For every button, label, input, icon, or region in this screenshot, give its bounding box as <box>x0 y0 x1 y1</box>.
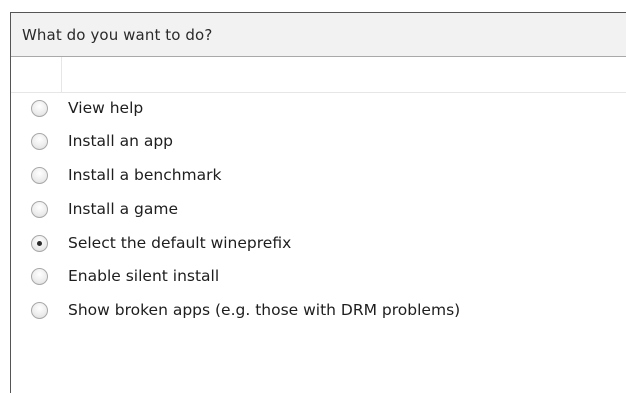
option-install-benchmark[interactable]: Install a benchmark <box>11 160 626 193</box>
radio-dot-icon <box>37 241 42 246</box>
winetricks-dialog: What do you want to do? View help Instal… <box>0 0 626 393</box>
radio-button-icon[interactable] <box>31 235 48 252</box>
radio-button-icon[interactable] <box>31 167 48 184</box>
radio-button-icon[interactable] <box>31 100 48 117</box>
radio-button-icon[interactable] <box>31 201 48 218</box>
option-label: Select the default wineprefix <box>68 234 292 252</box>
dialog-header: What do you want to do? <box>11 13 626 57</box>
radio-button-icon[interactable] <box>31 302 48 319</box>
option-install-game[interactable]: Install a game <box>11 194 626 227</box>
column-divider[interactable] <box>61 57 62 92</box>
option-label: Install an app <box>68 132 174 150</box>
option-label: View help <box>68 99 144 117</box>
option-view-help[interactable]: View help <box>11 93 626 126</box>
option-select-default-wineprefix[interactable]: Select the default wineprefix <box>11 228 626 261</box>
option-label: Enable silent install <box>68 267 220 285</box>
option-show-broken-apps[interactable]: Show broken apps (e.g. those with DRM pr… <box>11 295 626 328</box>
option-label: Show broken apps (e.g. those with DRM pr… <box>68 301 461 319</box>
radio-button-icon[interactable] <box>31 268 48 285</box>
dialog-prompt: What do you want to do? <box>22 26 213 44</box>
radio-button-icon[interactable] <box>31 133 48 150</box>
list-column-header[interactable] <box>11 57 626 93</box>
option-enable-silent-install[interactable]: Enable silent install <box>11 261 626 294</box>
option-label: Install a game <box>68 200 178 218</box>
option-install-app[interactable]: Install an app <box>11 126 626 159</box>
option-label: Install a benchmark <box>68 166 222 184</box>
